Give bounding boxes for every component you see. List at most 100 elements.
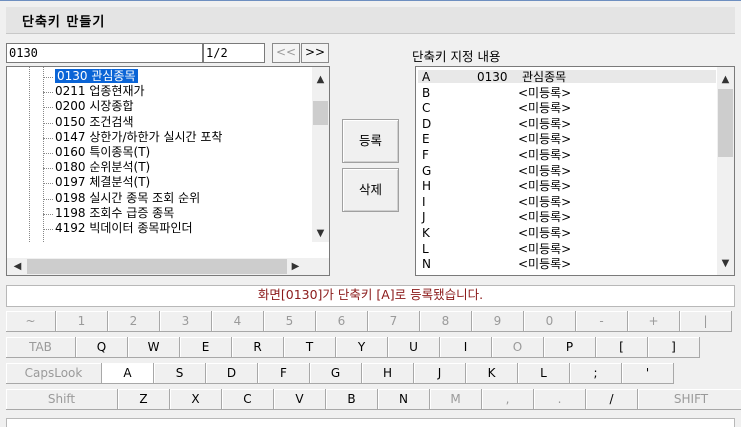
key-w[interactable]: W — [128, 337, 180, 358]
scroll-left-icon[interactable]: ◀ — [9, 258, 26, 275]
key-n[interactable]: N — [378, 389, 430, 410]
shortcut-key: G — [422, 163, 432, 178]
shortcut-list[interactable]: A 0130 관심종목 B <미등록> C <미등록> D <미등록> E <미등록> F <미등록> G… — [415, 66, 735, 276]
key-symbol[interactable]: / — [586, 389, 638, 410]
scroll-down-icon[interactable]: ▼ — [312, 225, 329, 242]
tree-item[interactable]: 0150 조건검색 — [43, 115, 134, 129]
key-symbol[interactable]: - — [576, 311, 628, 332]
menu-tree[interactable]: 0130 관심종목 0211 업종현재가 0200 시장종합 0150 조건검색 014… — [6, 66, 330, 276]
key-5[interactable]: 5 — [264, 311, 316, 332]
key-s[interactable]: S — [154, 363, 206, 384]
key-a[interactable]: A — [102, 363, 154, 384]
tree-item[interactable]: 1198 조회수 급증 종목 — [43, 206, 174, 220]
key-v[interactable]: V — [274, 389, 326, 410]
tree-item[interactable]: 0197 체결분석(T) — [43, 176, 150, 189]
key-symbol[interactable]: ] — [648, 337, 700, 358]
key-l[interactable]: L — [518, 363, 570, 384]
shortcut-key: L — [422, 241, 429, 256]
key-e[interactable]: E — [180, 337, 232, 358]
scroll-right-icon[interactable]: ▶ — [287, 258, 304, 275]
key-symbol[interactable]: | — [680, 311, 732, 332]
key-symbol[interactable]: [ — [596, 337, 648, 358]
key-capslook[interactable]: CapsLook — [6, 363, 102, 384]
key-q[interactable]: Q — [76, 337, 128, 358]
shortcut-key: I — [422, 194, 426, 209]
key-x[interactable]: X — [170, 389, 222, 410]
key-symbol[interactable]: . — [534, 389, 586, 410]
tree-item[interactable]: 0180 순위분석(T) — [43, 161, 150, 174]
tree-vertical-scrollbar[interactable]: ▲ ▼ — [312, 67, 329, 242]
scroll-up-icon[interactable]: ▲ — [312, 71, 329, 88]
key-3[interactable]: 3 — [160, 311, 212, 332]
tree-connector — [43, 198, 53, 200]
key-f[interactable]: F — [258, 363, 310, 384]
tree-guide-line — [29, 67, 30, 242]
key-m[interactable]: M — [430, 389, 482, 410]
register-button[interactable]: 등록 — [342, 119, 399, 163]
tree-horizontal-scrollbar[interactable]: ◀ ▶ — [7, 258, 329, 275]
tree-item[interactable]: 0130 관심종목 — [43, 69, 138, 83]
key-d[interactable]: D — [206, 363, 258, 384]
shortcut-name: <미등록> — [518, 132, 572, 147]
key-1[interactable]: 1 — [56, 311, 108, 332]
key-b[interactable]: B — [326, 389, 378, 410]
key-tab[interactable]: TAB — [6, 337, 76, 358]
key-0[interactable]: 0 — [524, 311, 576, 332]
scroll-thumb[interactable] — [313, 101, 328, 125]
key-j[interactable]: J — [414, 363, 466, 384]
tree-item[interactable]: 0160 특이종목(T) — [43, 145, 151, 159]
shortcut-name: <미등록> — [518, 148, 572, 162]
window-title: 단축키 만들기 — [22, 15, 106, 30]
tree-item[interactable]: 0211 업종현재가 — [43, 84, 145, 99]
title-bar: 단축키 만들기 — [0, 0, 741, 38]
key-p[interactable]: P — [544, 337, 596, 358]
tree-item[interactable]: 0147 상한가/하한가 실시간 포착 — [43, 130, 222, 144]
key-symbol[interactable]: ; — [570, 363, 622, 384]
shortcut-vertical-scrollbar[interactable]: ▲ ▼ — [717, 67, 734, 275]
key-symbol[interactable]: + — [628, 311, 680, 332]
key-k[interactable]: K — [466, 363, 518, 384]
scroll-up-icon[interactable]: ▲ — [717, 71, 734, 88]
key-symbol[interactable]: ~ — [6, 311, 56, 332]
key-r[interactable]: R — [232, 337, 284, 358]
key-9[interactable]: 9 — [472, 311, 524, 332]
key-g[interactable]: G — [310, 363, 362, 384]
key-i[interactable]: I — [440, 337, 492, 358]
scroll-thumb-horizontal[interactable] — [27, 259, 287, 274]
key-t[interactable]: T — [284, 337, 336, 358]
shortcut-key: N — [422, 257, 431, 272]
title-panel: 단축키 만들기 — [6, 7, 735, 34]
key-4[interactable]: 4 — [212, 311, 264, 332]
status-message: 화면[0130]가 단축키 [A]로 등록됐습니다. — [6, 285, 735, 307]
tree-item[interactable]: 0200 시장종합 — [43, 100, 134, 113]
key-y[interactable]: Y — [336, 337, 388, 358]
key-u[interactable]: U — [388, 337, 440, 358]
scroll-thumb[interactable] — [718, 89, 733, 157]
key-c[interactable]: C — [222, 389, 274, 410]
tree-connector — [43, 168, 53, 170]
shortcut-code: 0130 — [477, 70, 508, 84]
key-symbol[interactable]: ' — [622, 363, 674, 384]
key-shift[interactable]: Shift — [6, 389, 118, 410]
delete-button[interactable]: 삭제 — [342, 168, 399, 212]
key-shift[interactable]: SHIFT — [638, 389, 741, 410]
tree-item-label: 0211 업종현재가 — [55, 84, 145, 99]
next-page-button[interactable]: >> — [301, 43, 329, 63]
search-input[interactable]: 0130 — [6, 43, 203, 63]
prev-page-button[interactable]: << — [272, 43, 300, 63]
key-6[interactable]: 6 — [316, 311, 368, 332]
key-h[interactable]: H — [362, 363, 414, 384]
key-7[interactable]: 7 — [368, 311, 420, 332]
shortcut-name: <미등록> — [518, 116, 572, 131]
key-o[interactable]: O — [492, 337, 544, 358]
scroll-down-icon[interactable]: ▼ — [717, 255, 734, 272]
shortcut-key: J — [422, 210, 426, 225]
key-symbol[interactable]: , — [482, 389, 534, 410]
key-8[interactable]: 8 — [420, 311, 472, 332]
key-2[interactable]: 2 — [108, 311, 160, 332]
tree-item-label: 0160 특이종목(T) — [55, 145, 151, 159]
shortcut-name: 관심종목 — [522, 70, 567, 84]
tree-item[interactable]: 0198 실시간 종목 조회 순위 — [43, 191, 200, 205]
tree-item[interactable]: 4192 빅데이터 종목파인더 — [43, 222, 193, 235]
key-z[interactable]: Z — [118, 389, 170, 410]
